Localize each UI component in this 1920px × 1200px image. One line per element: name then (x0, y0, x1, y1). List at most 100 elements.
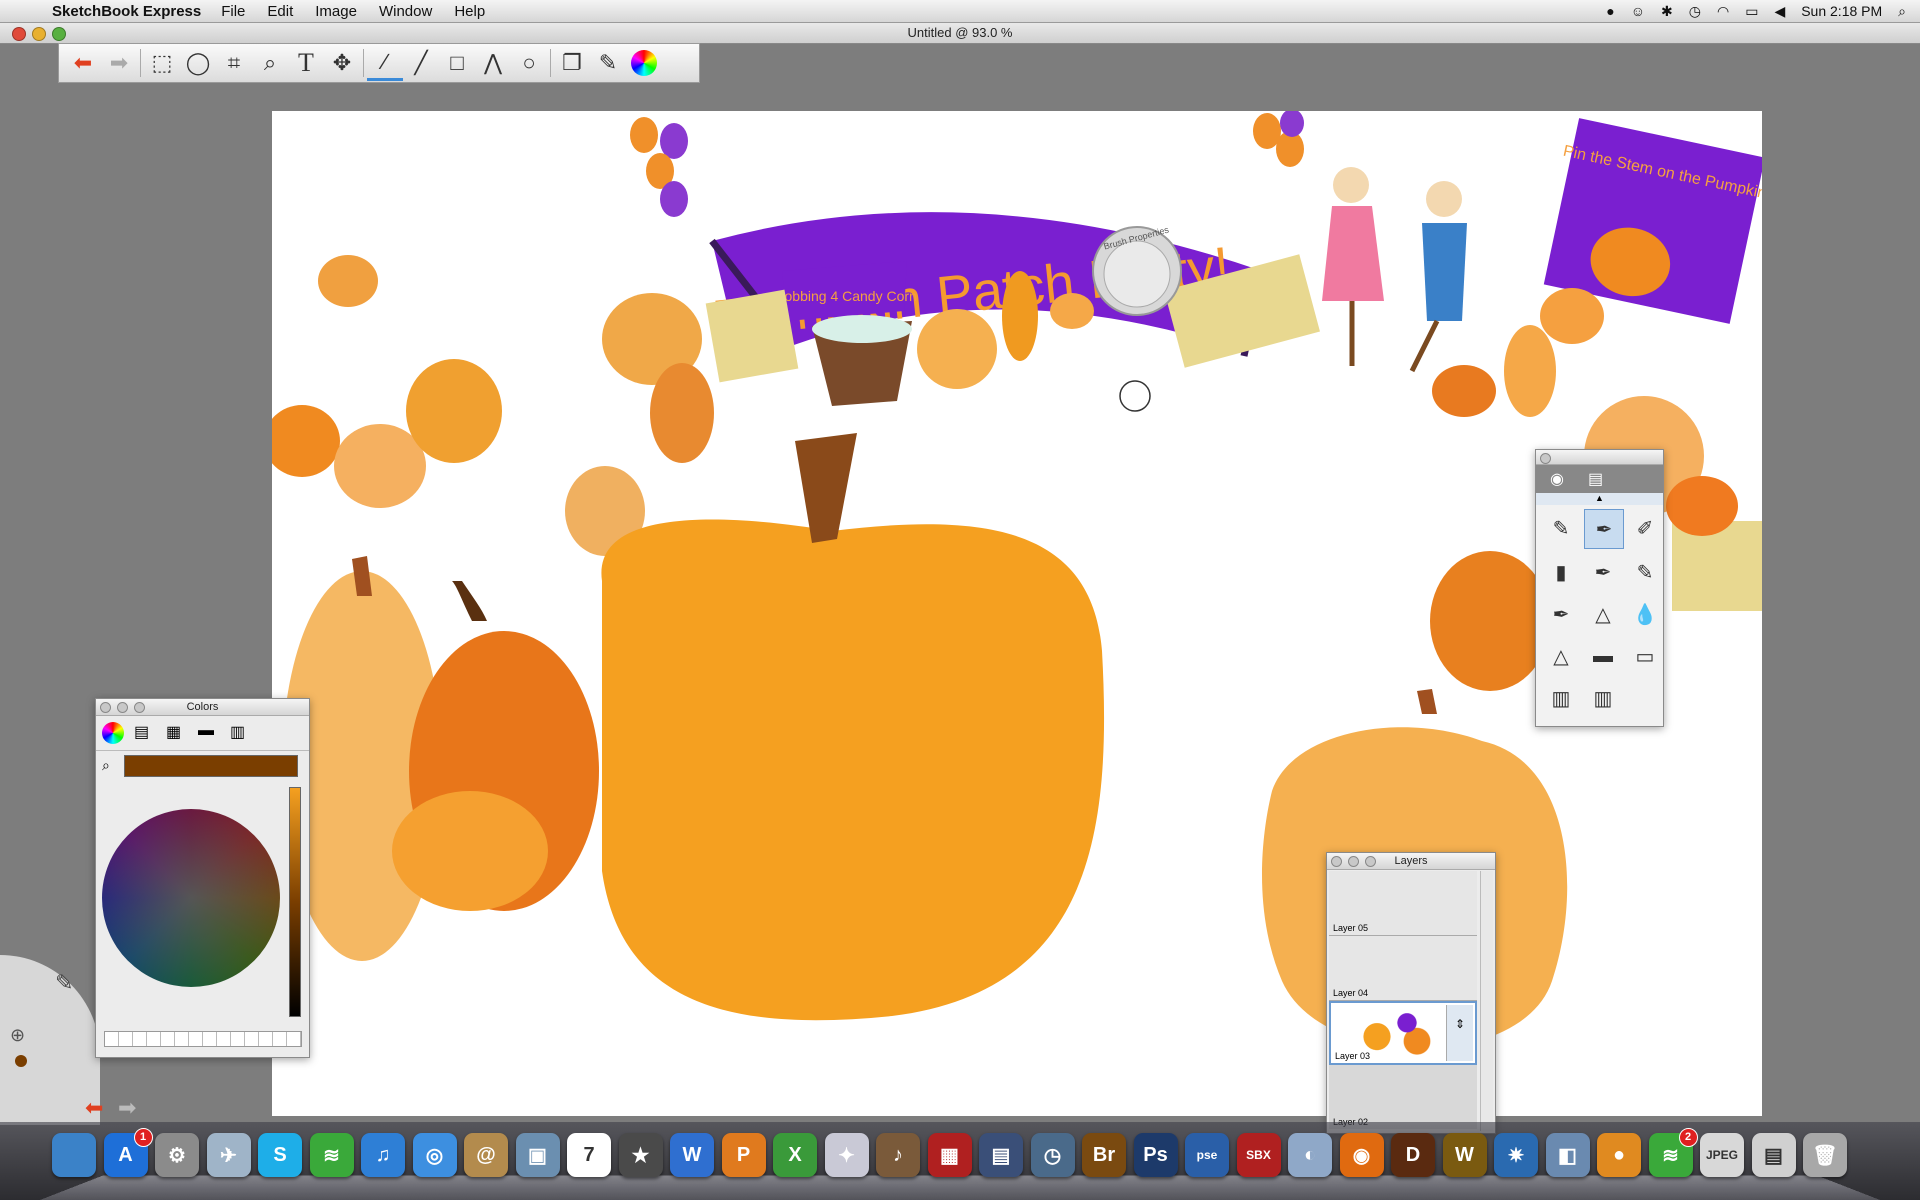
line-icon[interactable]: ╱ (403, 47, 439, 79)
bluetooth-icon[interactable]: ✱ (1661, 3, 1673, 20)
spotify-2-dock-icon[interactable]: ≋ 2 (1648, 1128, 1698, 1177)
pen-lagoon-icon[interactable]: ⊕ (10, 1025, 25, 1046)
soft-eraser-icon[interactable]: ▭ (1626, 637, 1664, 675)
copy-icon[interactable]: ❐ (554, 47, 590, 79)
layer-move-icon[interactable]: ⇕ (1447, 1017, 1473, 1031)
menu-help[interactable]: Help (454, 3, 485, 20)
wifi-icon[interactable]: ◠ (1717, 3, 1729, 20)
hard-eraser-icon[interactable]: ▬ (1584, 637, 1622, 675)
crayons-tab-icon[interactable]: ▥ (230, 722, 252, 744)
imovie-dock-icon[interactable]: ★ (618, 1133, 663, 1177)
image-palette-tab-icon[interactable]: ▬ (198, 722, 220, 744)
layer-opacity-control[interactable]: ⇕ (1446, 1005, 1473, 1061)
jpeg-doc-dock-icon[interactable]: JPEG (1700, 1133, 1744, 1177)
zoom-window-button[interactable] (52, 27, 66, 41)
rect-select-icon[interactable]: ⬚ (144, 47, 180, 79)
time-machine-dock-icon[interactable]: ◷ (1030, 1133, 1075, 1177)
color-wheel-tab-icon[interactable] (102, 722, 124, 744)
color-lagoon-swatch[interactable] (15, 1055, 27, 1067)
volume-icon[interactable]: ◀ (1774, 3, 1785, 20)
crop-icon[interactable]: ⌗ (216, 47, 252, 79)
water-drop-icon[interactable]: 💧 (1626, 595, 1664, 633)
battle-net-dock-icon[interactable]: ✷ (1494, 1133, 1538, 1177)
ical-dock-icon[interactable]: 7 (567, 1133, 611, 1177)
spotlight-icon[interactable]: ⌕ (1898, 3, 1906, 20)
lasso-icon[interactable]: ◯ (180, 47, 216, 79)
firefox-dock-icon[interactable]: ◉ (1339, 1133, 1384, 1177)
zoom-icon[interactable] (1365, 856, 1376, 867)
close-icon[interactable] (1331, 856, 1342, 867)
current-color-swatch[interactable] (124, 755, 298, 777)
finder-dock-icon[interactable] (52, 1133, 96, 1177)
iphoto-dock-icon[interactable]: ▣ (515, 1133, 560, 1177)
bridge-dock-icon[interactable]: Br (1082, 1133, 1126, 1177)
layers-scrollbar[interactable] (1480, 871, 1493, 1131)
scroll-up-icon[interactable]: ▲ (1536, 493, 1663, 505)
status-icon[interactable]: ● (1606, 3, 1614, 19)
growl-dock-icon[interactable]: ● (1597, 1133, 1641, 1177)
paint-bucket-icon[interactable]: ▥ (1542, 679, 1580, 717)
brightness-slider[interactable] (289, 787, 301, 1017)
warcraft-dock-icon[interactable]: W (1442, 1133, 1487, 1177)
airbrush-icon[interactable]: △ (1584, 595, 1622, 633)
garageband-dock-icon[interactable]: ♪ (876, 1133, 920, 1177)
ballpoint-brush-icon[interactable]: ✒ (1584, 553, 1622, 591)
pidgin-dock-icon[interactable]: ◐ (1288, 1133, 1332, 1177)
move-icon[interactable]: ✥ (324, 47, 360, 79)
layer-row[interactable]: Layer 05 (1329, 871, 1477, 936)
saved-colors-strip[interactable] (104, 1031, 302, 1047)
dashboard-dock-icon[interactable]: ▤ (979, 1133, 1023, 1177)
fill-bucket-icon[interactable]: ▥ (1584, 679, 1622, 717)
pencil-brush-icon[interactable]: ✎ (1542, 509, 1580, 547)
color-wheel[interactable] (102, 809, 280, 987)
lagoon-redo-icon[interactable]: ➡ (118, 1095, 136, 1121)
brush-library-icon[interactable]: ▤ (1588, 469, 1603, 489)
downloads-dock-icon[interactable]: ▤ (1751, 1133, 1796, 1177)
menu-image[interactable]: Image (315, 3, 357, 20)
ellipse-icon[interactable]: ○ (511, 47, 547, 79)
marker-brush-icon[interactable]: ✐ (1626, 509, 1664, 547)
undo-icon[interactable]: ⬅ (65, 47, 101, 79)
word-dock-icon[interactable]: W (670, 1133, 714, 1177)
app-menu[interactable]: SketchBook Express (52, 3, 201, 20)
close-icon[interactable] (1540, 453, 1551, 464)
rectangle-icon[interactable]: □ (439, 47, 475, 79)
polyline-icon[interactable]: ⋀ (475, 47, 511, 79)
trash-dock-icon[interactable]: 🗑 (1803, 1133, 1847, 1177)
felt-brush-icon[interactable]: ✒ (1542, 595, 1580, 633)
brushes-icon[interactable]: ✎ (590, 47, 626, 79)
display-icon[interactable]: ▭ (1745, 3, 1758, 20)
soft-airbrush-icon[interactable]: △ (1542, 637, 1580, 675)
menu-edit[interactable]: Edit (267, 3, 293, 20)
photoshop-dock-icon[interactable]: Ps (1133, 1133, 1178, 1177)
clock[interactable]: Sun 2:18 PM (1801, 3, 1882, 19)
magic-wand-dock-icon[interactable]: ✦ (824, 1133, 869, 1177)
address-book-dock-icon[interactable]: @ (464, 1133, 508, 1177)
skype-dock-icon[interactable]: S (258, 1133, 302, 1177)
minimize-icon[interactable] (1348, 856, 1359, 867)
layer-row-selected[interactable]: Layer 03 ⇕ (1329, 1001, 1477, 1065)
ink-brush-icon[interactable]: ▮ (1542, 553, 1580, 591)
redo-icon[interactable]: ➡ (101, 47, 137, 79)
layer-row[interactable]: Layer 04 (1329, 936, 1477, 1001)
layer-row[interactable]: Layer 02 (1329, 1065, 1477, 1129)
zoom-icon[interactable]: ⌕ (252, 47, 288, 79)
menu-window[interactable]: Window (379, 3, 432, 20)
diablo-dock-icon[interactable]: D (1391, 1133, 1435, 1177)
photo-booth-dock-icon[interactable]: ▦ (927, 1133, 972, 1177)
lagoon-undo-icon[interactable]: ⬅ (85, 1095, 103, 1121)
accessibility-icon[interactable]: ☺ (1631, 3, 1645, 19)
color-wheel-icon[interactable] (626, 47, 662, 79)
safari-dock-icon[interactable]: ◎ (412, 1133, 457, 1177)
text-icon[interactable]: T (288, 47, 324, 79)
time-machine-icon[interactable]: ◷ (1689, 3, 1701, 20)
minimize-window-button[interactable] (32, 27, 46, 41)
fine-brush-icon[interactable]: ✎ (1626, 553, 1664, 591)
preview-dock-icon[interactable]: ◧ (1545, 1133, 1590, 1177)
sketchbook-dock-icon[interactable]: SBX (1236, 1133, 1281, 1177)
powerpoint-dock-icon[interactable]: P (721, 1133, 766, 1177)
freehand-icon[interactable]: ∕ (367, 46, 403, 81)
sliders-tab-icon[interactable]: ▤ (134, 722, 156, 744)
itunes-dock-icon[interactable]: ♫ (361, 1133, 405, 1177)
excel-dock-icon[interactable]: X (773, 1133, 817, 1177)
